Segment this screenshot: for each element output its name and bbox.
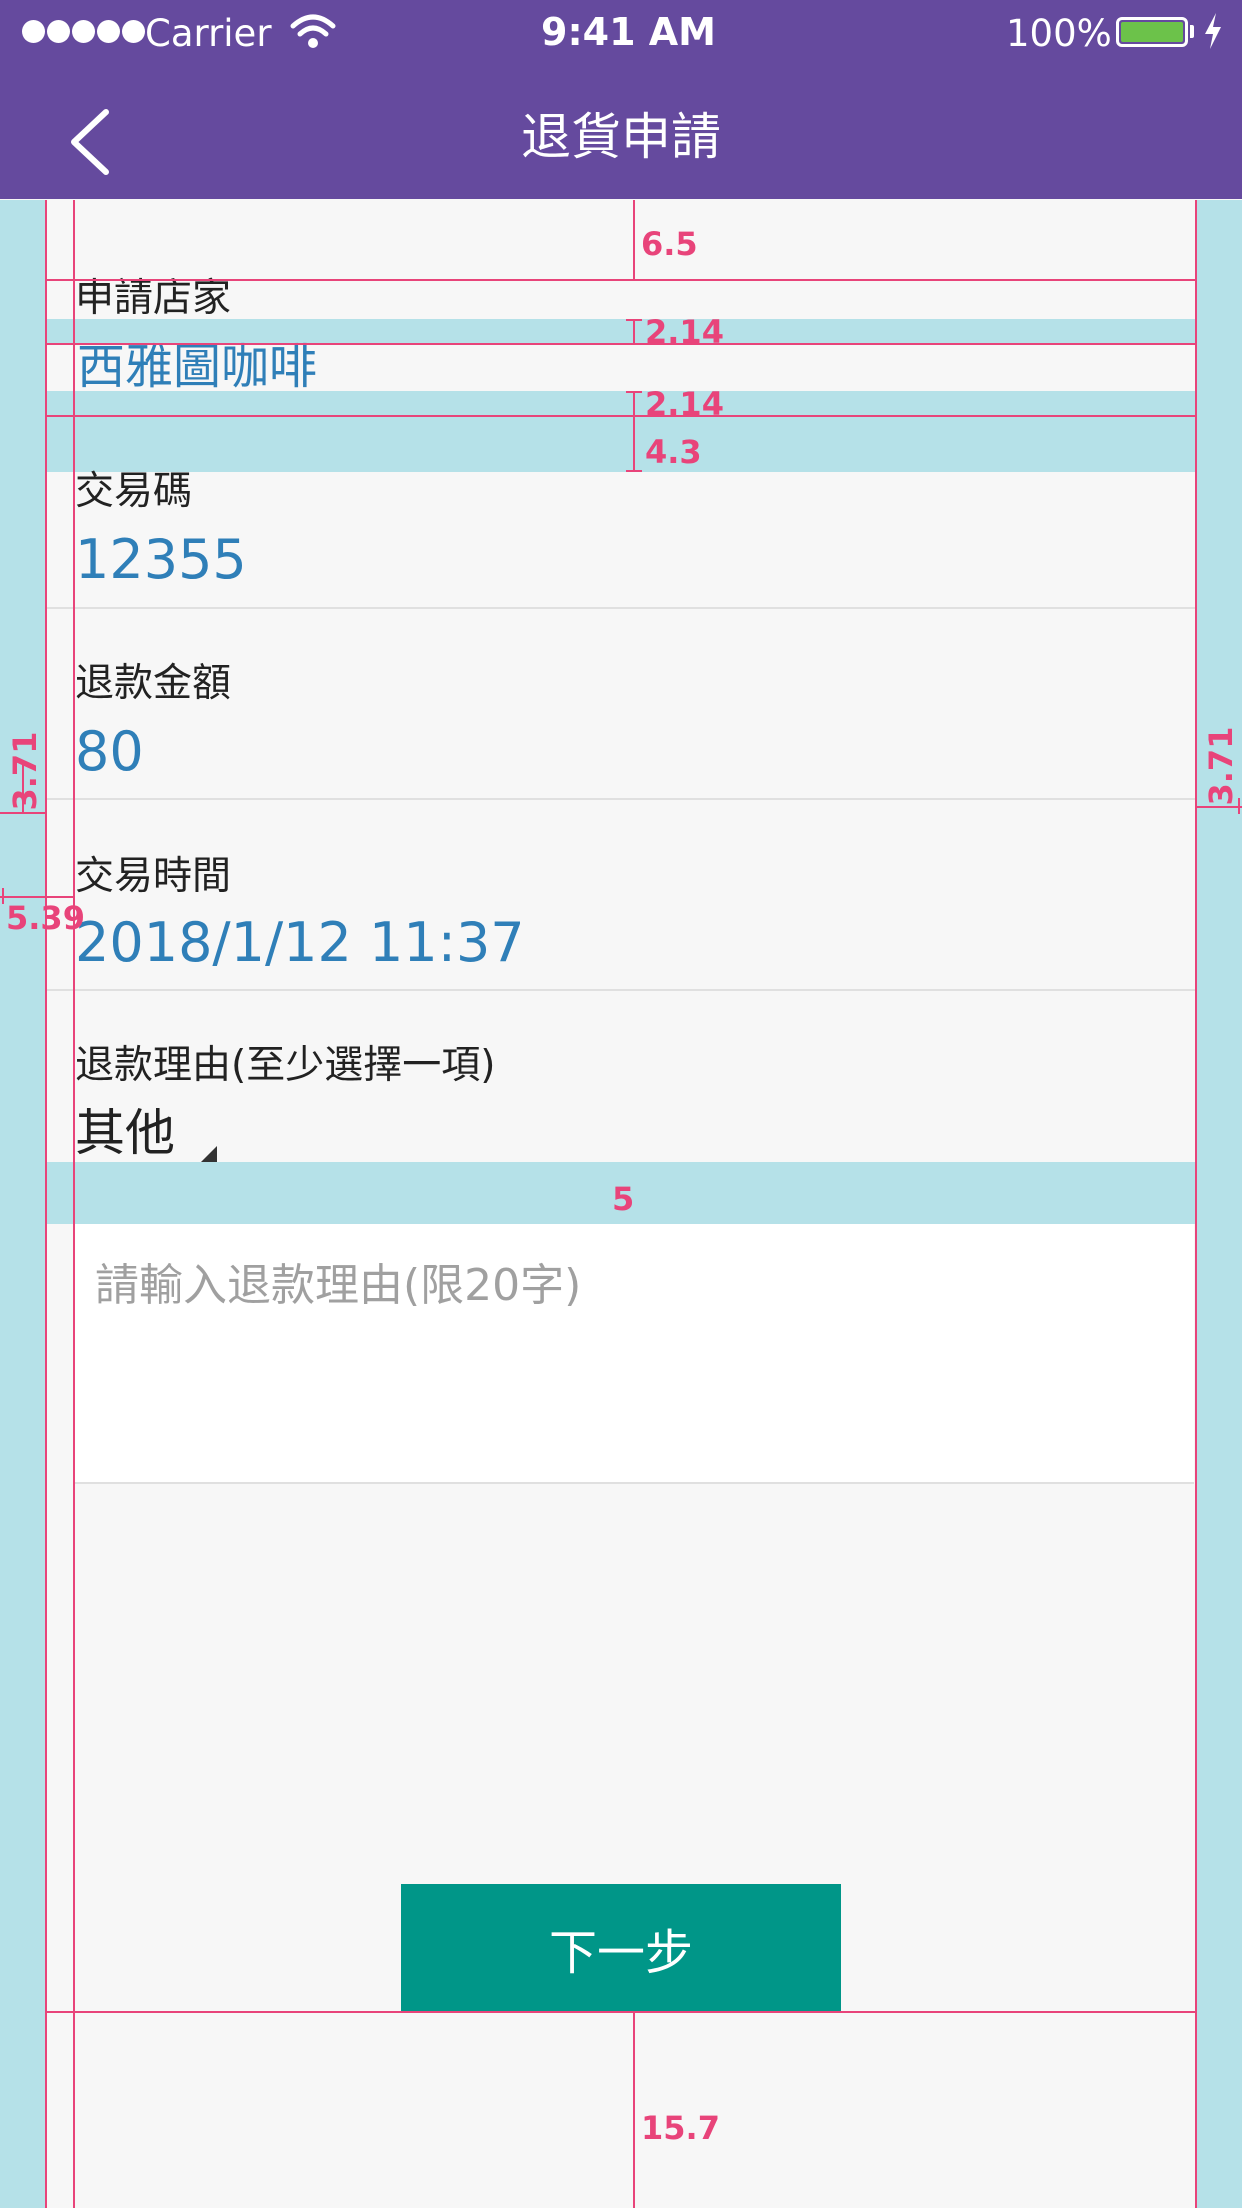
battery-fill	[1121, 22, 1183, 42]
refund-reason-selected: 其他	[75, 1108, 175, 1162]
signal-strength	[20, 0, 145, 60]
wifi-icon	[290, 12, 336, 52]
transaction-time-label: 交易時間	[75, 854, 232, 899]
measure-top-gap	[633, 200, 635, 279]
measure-label-gap	[633, 319, 635, 343]
measure-content-inset	[0, 896, 75, 898]
guide-line-inner-left	[73, 200, 75, 2208]
right-margin-band	[1196, 200, 1242, 2208]
section-gap-band	[45, 415, 1196, 472]
measure-value-gap	[633, 391, 635, 472]
measure-tick	[626, 470, 642, 472]
guide-line-h	[45, 279, 1196, 281]
annotation-right-margin: 3.71	[1202, 726, 1240, 806]
refund-reason-placeholder: 請輸入退款理由(限20字)	[95, 1260, 582, 1311]
charging-bolt-icon	[1202, 12, 1224, 50]
left-margin-band	[0, 200, 45, 2208]
refund-reason-dropdown[interactable]: 其他	[75, 1108, 235, 1162]
guide-line-h	[45, 415, 1196, 417]
next-button[interactable]: 下一步	[401, 1884, 841, 2012]
dropdown-arrow-icon	[199, 1144, 219, 1162]
annotation-left-margin: 3.71	[6, 731, 44, 811]
annotation-top-gap: 6.5	[641, 225, 698, 263]
page-title: 退貨申請	[521, 108, 721, 166]
transaction-code-label: 交易碼	[75, 469, 193, 514]
refund-amount-value: 80	[75, 720, 144, 783]
battery-icon	[1116, 17, 1188, 47]
annotation-value-gap: 2.14	[645, 385, 724, 423]
battery-tip	[1190, 25, 1194, 38]
measure-bottom-gap	[633, 2013, 635, 2208]
divider	[47, 798, 1196, 800]
guide-line-h	[45, 343, 1196, 345]
annotation-content-inset: 5.39	[6, 899, 85, 937]
annotation-section-gap: 4.3	[645, 433, 702, 471]
annotation-bottom-gap: 15.7	[641, 2109, 720, 2147]
transaction-time-value: 2018/1/12 11:37	[75, 911, 525, 974]
refund-reason-label: 退款理由(至少選擇一項)	[75, 1043, 496, 1088]
divider	[47, 989, 1196, 991]
carrier-label: Carrier	[145, 12, 272, 55]
battery-percent: 100%	[1006, 12, 1112, 55]
status-time: 9:41 AM	[541, 10, 716, 54]
store-label: 申請店家	[75, 276, 232, 321]
divider	[47, 607, 1196, 609]
guide-line-h	[45, 2011, 1196, 2013]
store-value: 西雅圖咖啡	[77, 339, 318, 395]
annotation-dropdown-gap: 5	[612, 1180, 635, 1218]
measure-tick	[2, 888, 4, 904]
annotation-label-gap: 2.14	[645, 313, 724, 351]
refund-amount-label: 退款金額	[75, 661, 232, 706]
guide-line-right	[1195, 200, 1197, 2208]
guide-line-outer-left	[45, 200, 47, 2208]
refund-reason-textarea[interactable]: 請輸入退款理由(限20字)	[73, 1224, 1194, 1484]
transaction-code-value: 12355	[75, 528, 247, 591]
